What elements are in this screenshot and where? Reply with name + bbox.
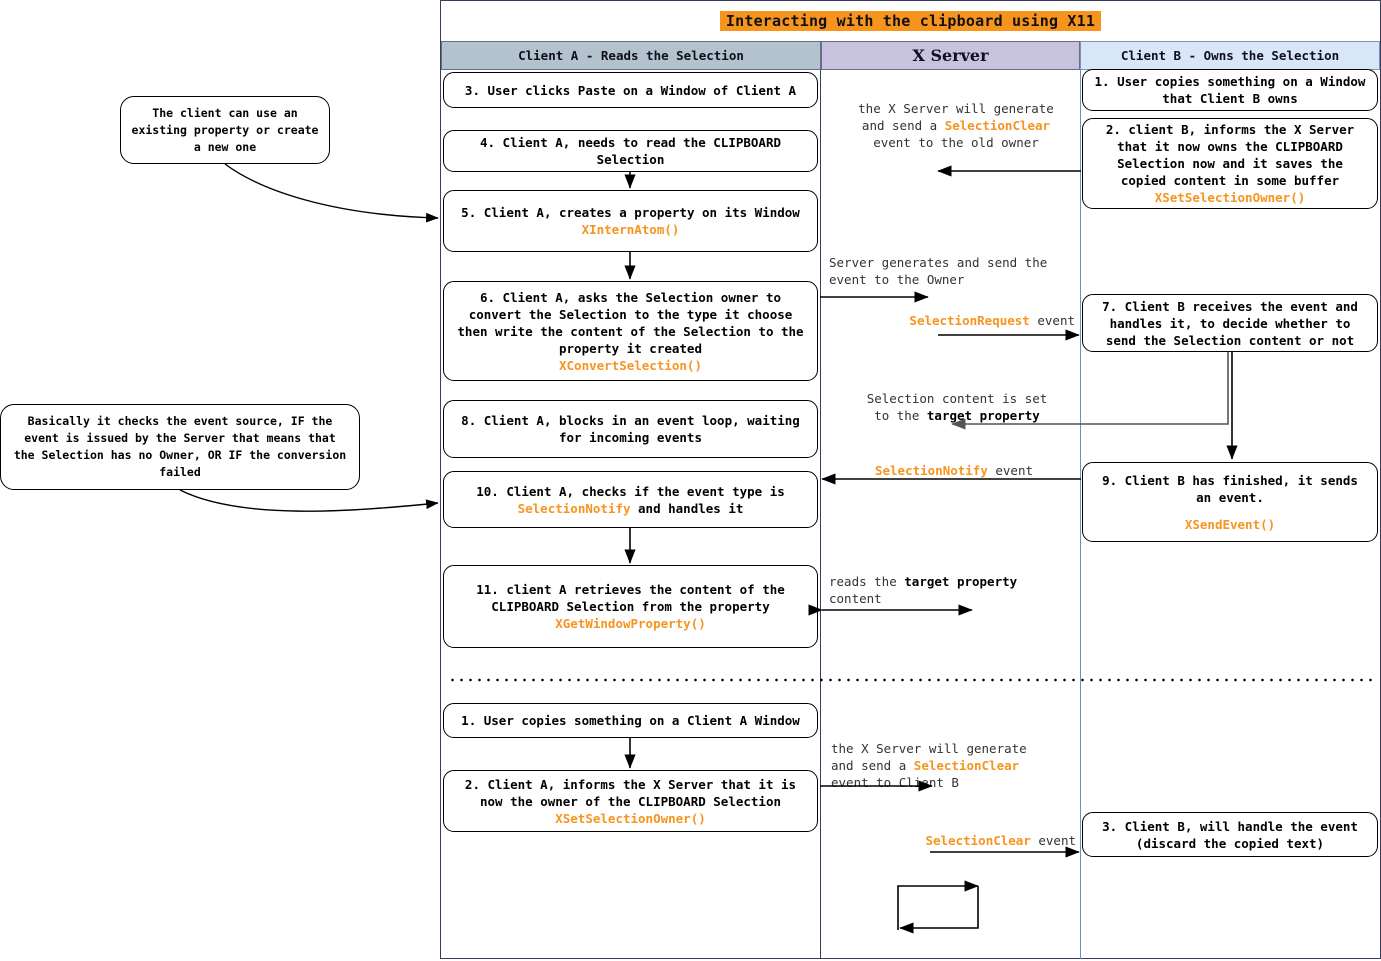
callout-arrow-property (224, 163, 439, 223)
step-box-b9: 9. Client B has finished, it sends an ev… (1082, 462, 1378, 542)
step-box-a3: 3. User clicks Paste on a Window of Clie… (443, 72, 818, 108)
column-header-x-server: X Server (821, 41, 1080, 70)
event-name: SelectionNotify (874, 463, 988, 478)
step-box-a11: 11. client A retrieves the content of th… (443, 565, 818, 648)
step-text: 7. Client B receives the event and handl… (1102, 298, 1358, 348)
step-text: 6. Client A, asks the Selection owner to… (457, 289, 804, 356)
event-name: SelectionClear (913, 758, 1020, 773)
step-text: 1. User copies something on a Window tha… (1094, 74, 1366, 106)
step-box-b2: 2. client B, informs the X Server that i… (1082, 118, 1378, 209)
step-text: 10. Client A, checks if the event type i… (476, 483, 785, 516)
step-box-a2b: 2. Client A, informs the X Server that i… (443, 770, 818, 832)
server-label-clear-top: the X Server will generate and send a Se… (858, 101, 1054, 150)
step-text: 3. User clicks Paste on a Window of Clie… (464, 82, 797, 98)
column-header-client-a: Client A - Reads the Selection (441, 41, 821, 70)
note-event-source: Basically it checks the event source, IF… (0, 404, 360, 490)
callout-arrow-event-source (179, 489, 439, 512)
event-name: SelectionNotify (517, 500, 631, 516)
step-box-a1b: 1. User copies something on a Client A W… (443, 703, 818, 738)
step-text: 9. Client B has finished, it sends an ev… (1102, 472, 1358, 505)
column-separator-a (820, 70, 821, 959)
step-text: 2. client B, informs the X Server that i… (1105, 122, 1355, 188)
step-text: 2. Client A, informs the X Server that i… (464, 776, 797, 809)
server-label-reads-property: reads the target property content (829, 574, 1018, 606)
step-text: 3. Client B, will handle the event (disc… (1102, 818, 1358, 851)
step-box-a6: 6. Client A, asks the Selection owner to… (443, 281, 818, 381)
event-name: SelectionRequest (909, 313, 1030, 328)
step-box-a4: 4. Client A, needs to read the CLIPBOARD… (443, 130, 818, 172)
api-call: XSetSelectionOwner() (1154, 190, 1306, 205)
page-title: Interacting with the clipboard using X11 (719, 11, 1102, 31)
server-label-selection-notify: SelectionNotify event (874, 463, 1034, 478)
step-box-a8: 8. Client A, blocks in an event loop, wa… (443, 400, 818, 458)
api-call: XSetSelectionOwner() (555, 810, 706, 826)
step-text: 5. Client A, creates a property on its W… (461, 205, 800, 220)
step-text: 11. client A retrieves the content of th… (476, 582, 785, 614)
step-box-b3: 3. Client B, will handle the event (disc… (1082, 812, 1378, 857)
server-label-selection-request: SelectionRequest event (909, 313, 1075, 328)
server-label-generate-event: Server generates and send the event to t… (829, 255, 1048, 287)
column-separator-b (1080, 70, 1081, 959)
step-box-a5: 5. Client A, creates a property on its W… (443, 190, 818, 252)
api-call: XInternAtom() (581, 222, 680, 237)
server-label-content-set: Selection content is set to the target p… (866, 391, 1048, 423)
server-label-clear-bottom: the X Server will generate and send a Se… (831, 741, 1027, 790)
api-call: XGetWindowProperty() (555, 616, 706, 631)
note-property: The client can use an existing property … (120, 96, 330, 164)
step-text: 1. User copies something on a Client A W… (461, 713, 800, 728)
step-box-b1: 1. User copies something on a Window tha… (1082, 69, 1378, 111)
api-call: XConvertSelection() (559, 357, 702, 373)
step-text: 4. Client A, needs to read the CLIPBOARD… (479, 135, 782, 167)
phase-divider (448, 678, 1373, 682)
column-header-client-b: Client B - Owns the Selection (1080, 41, 1380, 70)
diagram-title: Interacting with the clipboard using X11 (441, 1, 1380, 41)
step-box-b7: 7. Client B receives the event and handl… (1082, 294, 1378, 352)
step-text: 8. Client A, blocks in an event loop, wa… (461, 413, 800, 445)
api-call: XSendEvent() (1184, 516, 1276, 532)
event-name: SelectionClear (925, 833, 1031, 848)
event-name: SelectionClear (944, 118, 1051, 133)
server-label-selection-clear: SelectionClear event (925, 833, 1076, 848)
step-box-a10: 10. Client A, checks if the event type i… (443, 471, 818, 528)
